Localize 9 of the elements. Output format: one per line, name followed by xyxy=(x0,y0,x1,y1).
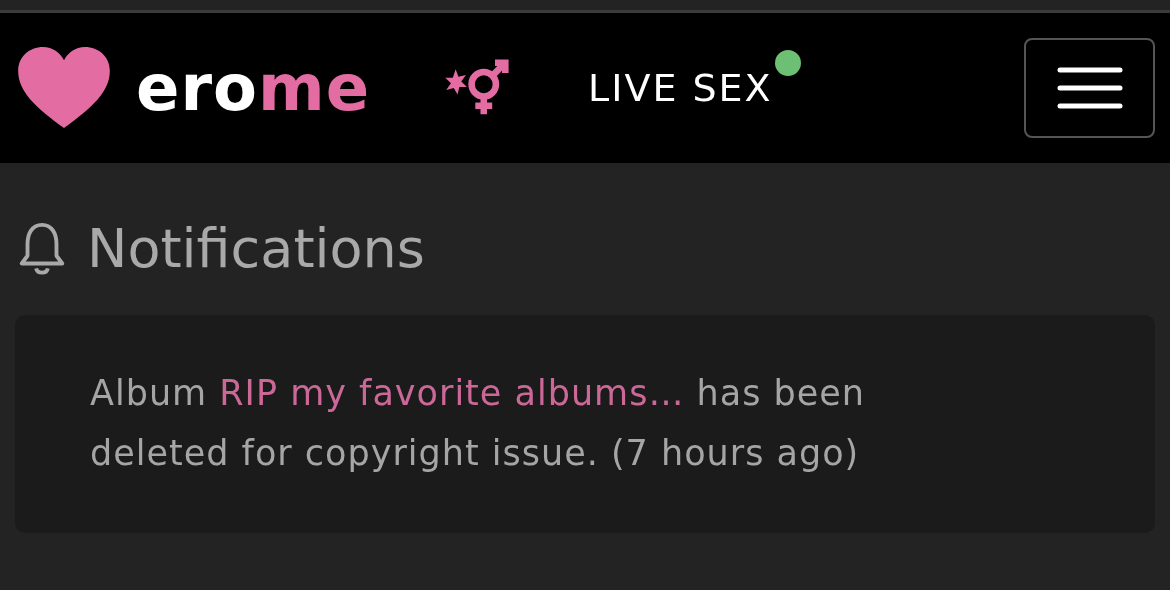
notification-text: Album RIP my favorite albums… has been deleted for copyright issue. (7 hours ago) xyxy=(90,372,866,475)
page-title: Notifications xyxy=(87,222,425,276)
album-link[interactable]: RIP my favorite albums… xyxy=(219,373,685,413)
logo-wordmark[interactable]: erome xyxy=(136,56,371,120)
bell-icon xyxy=(17,221,67,277)
live-sex-link[interactable]: LIVE SEX xyxy=(588,64,779,112)
menu-button[interactable] xyxy=(1024,38,1155,138)
heart-icon[interactable] xyxy=(16,46,112,130)
menu-icon xyxy=(1056,66,1123,110)
